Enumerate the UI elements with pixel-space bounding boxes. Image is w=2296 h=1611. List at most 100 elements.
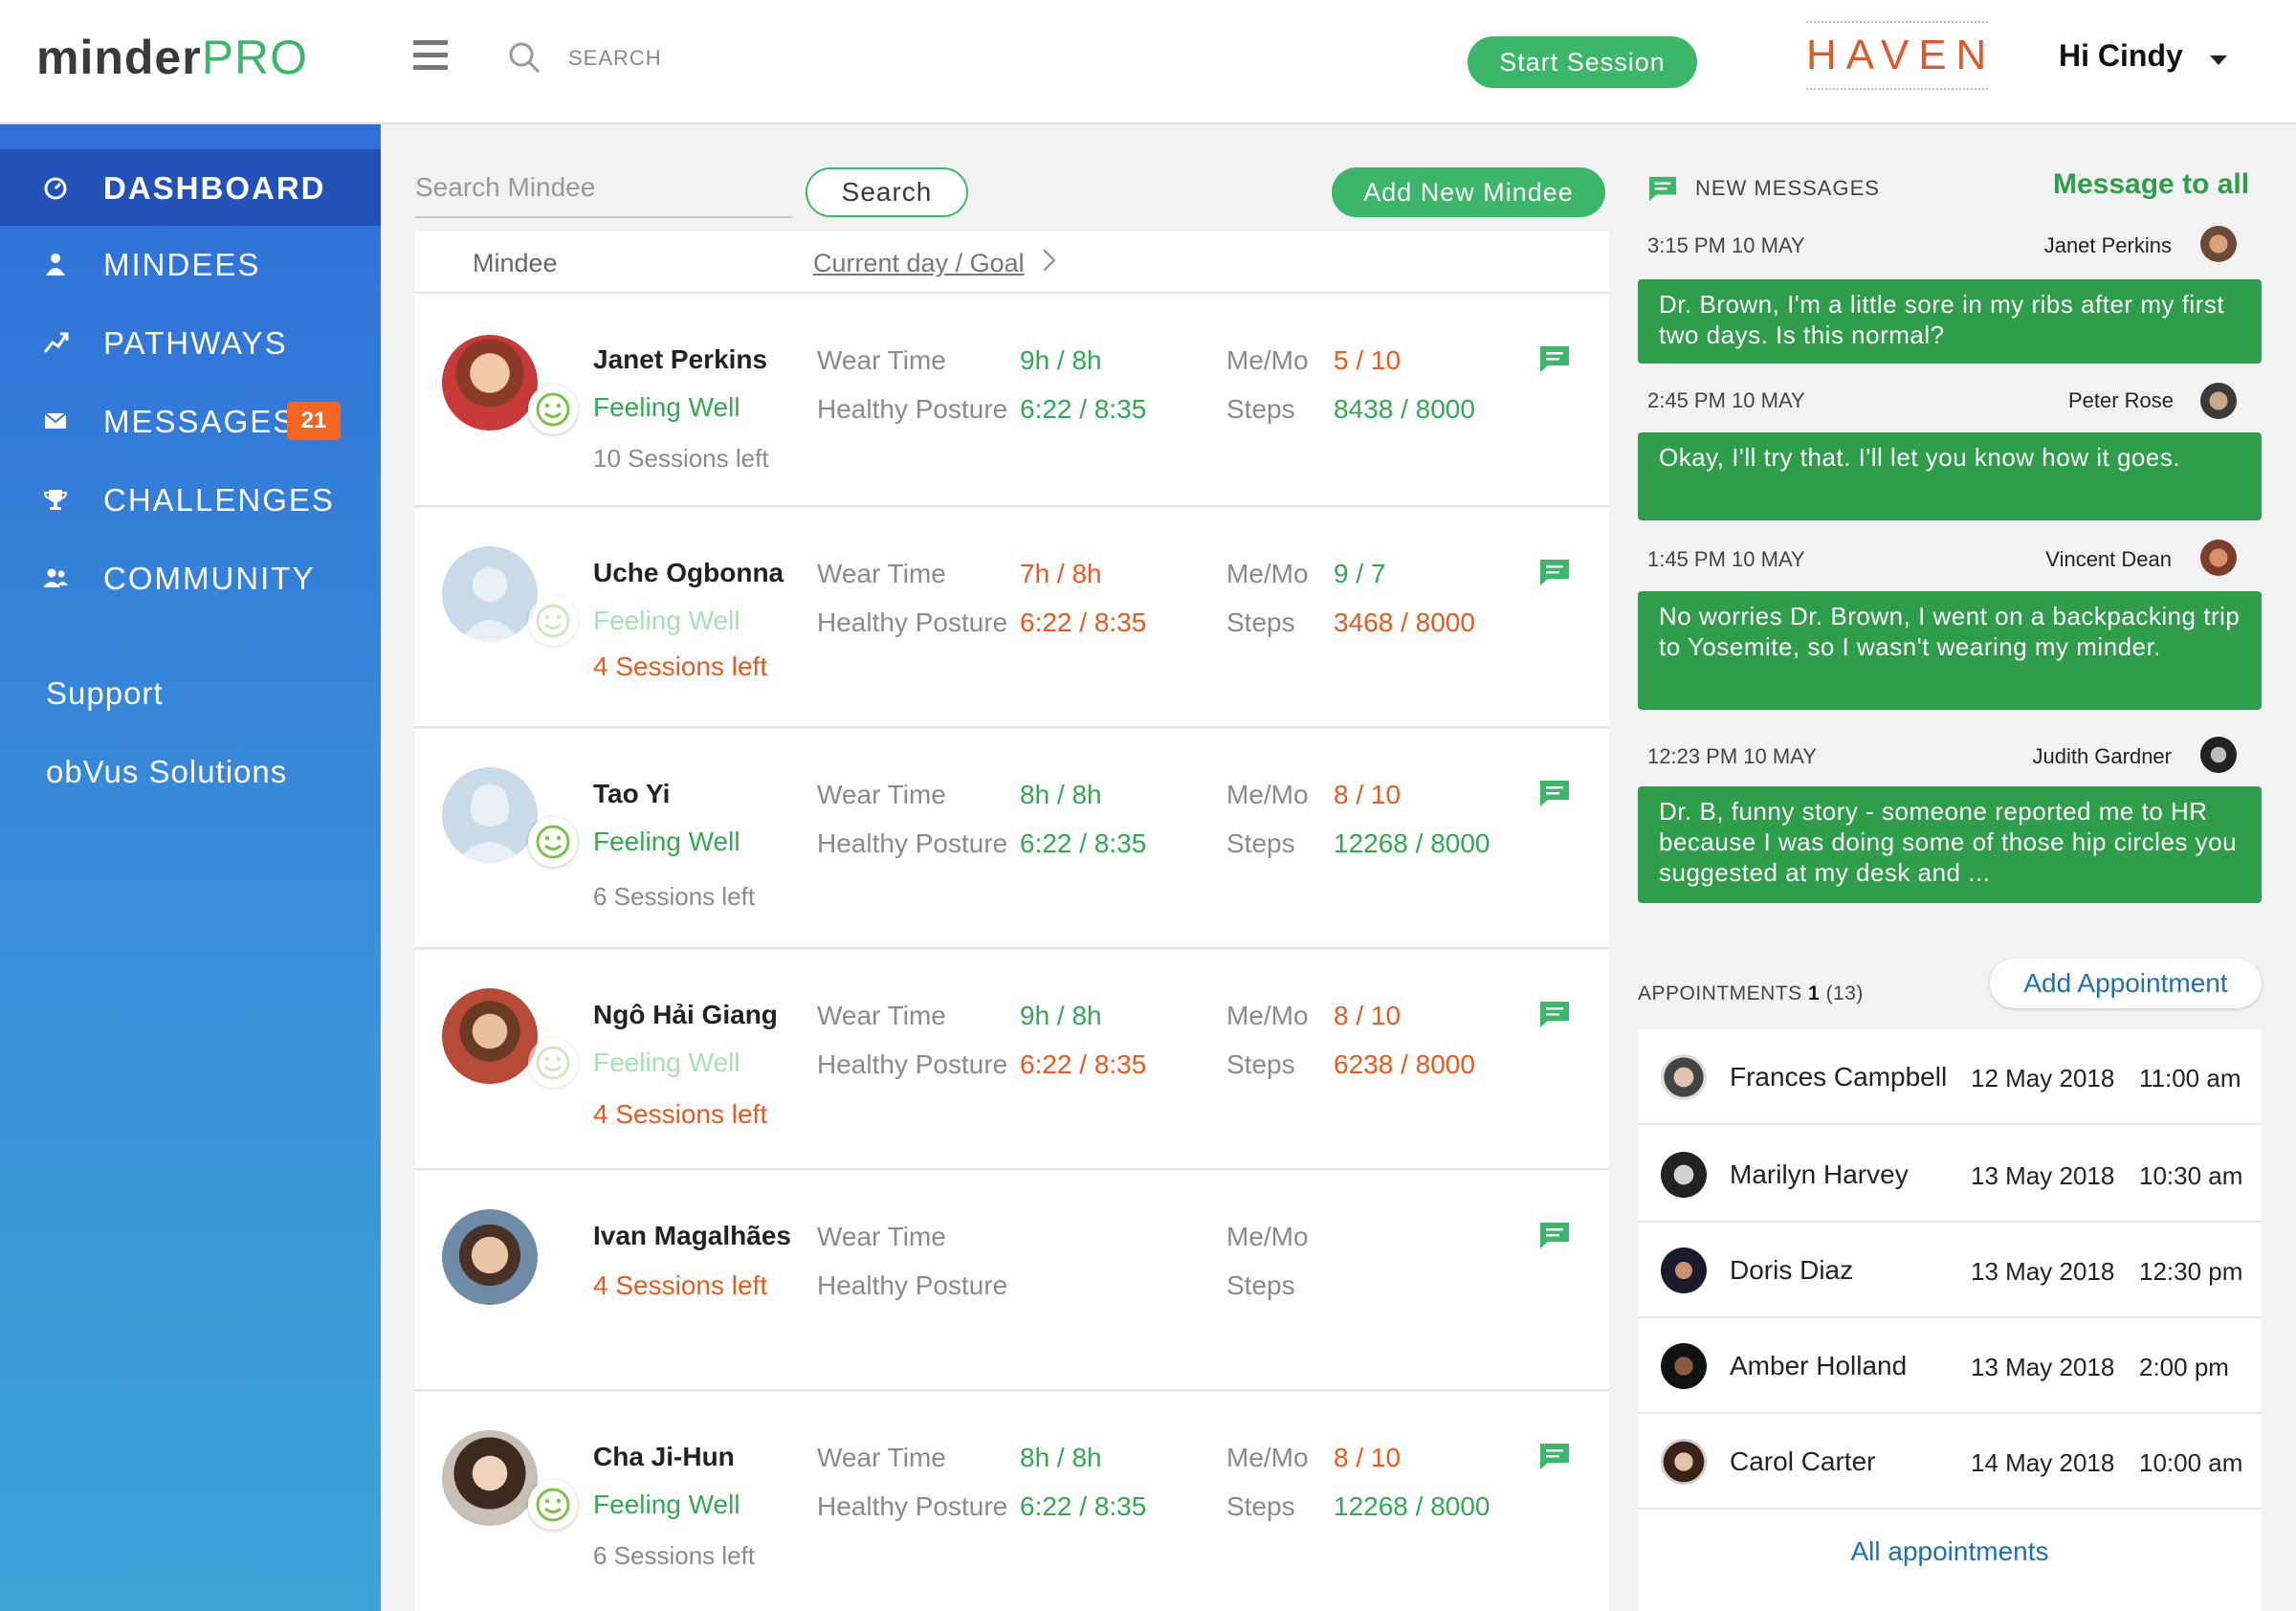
- sidebar-item-mindees[interactable]: MINDEES: [0, 226, 381, 302]
- appointment-row[interactable]: Carol Carter 14 May 2018 10:00 am: [1638, 1414, 2262, 1510]
- logo-suffix: PRO: [201, 31, 309, 84]
- messages-count-badge: 21: [287, 402, 341, 440]
- appointment-time: 10:00 am: [2139, 1448, 2243, 1477]
- avatar: [442, 1430, 538, 1526]
- add-appointment-button[interactable]: Add Appointment: [1990, 959, 2262, 1008]
- chevron-right-icon[interactable]: [1033, 249, 1056, 272]
- sessions-left: 10 Sessions left: [593, 444, 769, 473]
- appointment-name: Doris Diaz: [1730, 1255, 1854, 1285]
- trophy-icon: [43, 490, 68, 510]
- healthy-posture-value: 6:22 / 8:35: [1020, 828, 1147, 858]
- mindee-name[interactable]: Ngô Hải Giang: [593, 1000, 778, 1030]
- pathways-icon: [43, 332, 69, 353]
- message-to-all-link[interactable]: Message to all: [2053, 168, 2249, 201]
- appointment-row[interactable]: Marilyn Harvey 13 May 2018 10:30 am: [1638, 1127, 2262, 1223]
- dashboard-icon: [44, 177, 67, 200]
- mood-smiley-icon: [528, 1038, 578, 1088]
- healthy-posture-label: Healthy Posture: [817, 394, 1008, 424]
- message-sender: Janet Perkins: [2043, 233, 2172, 257]
- message-timestamp: 12:23 PM 10 MAY: [1647, 744, 1817, 768]
- mindee-name[interactable]: Uche Ogbonna: [593, 558, 784, 588]
- sessions-left: 4 Sessions left: [593, 1099, 768, 1129]
- steps-value: 12268 / 8000: [1334, 1491, 1490, 1521]
- appointment-row[interactable]: Amber Holland 13 May 2018 2:00 pm: [1638, 1318, 2262, 1414]
- sidebar-item-challenges[interactable]: CHALLENGES: [0, 461, 381, 538]
- message-bubble[interactable]: Okay, I'll try that. I'll let you know h…: [1638, 432, 2262, 520]
- message-timestamp: 1:45 PM 10 MAY: [1647, 547, 1805, 571]
- sidebar-item-dashboard[interactable]: DASHBOARD: [0, 149, 381, 226]
- appointment-row[interactable]: Frances Campbell 12 May 2018 11:00 am: [1638, 1029, 2262, 1125]
- sidebar-item-pathways[interactable]: PATHWAYS: [0, 304, 381, 381]
- healthy-posture-value: 6:22 / 8:35: [1020, 1049, 1147, 1079]
- avatar: [1661, 1152, 1707, 1198]
- search-mindee-button[interactable]: Search: [806, 167, 968, 217]
- chat-bubble-icon[interactable]: [1538, 1221, 1571, 1249]
- appointment-name: Carol Carter: [1730, 1446, 1876, 1476]
- appointment-time: 2:00 pm: [2139, 1353, 2229, 1381]
- mindee-row[interactable]: Ngô Hải Giang Feeling Well 4 Sessions le…: [415, 950, 1609, 1170]
- feeling-status: Feeling Well: [593, 1048, 740, 1077]
- mindee-name[interactable]: Cha Ji-Hun: [593, 1442, 735, 1472]
- mindee-row[interactable]: Janet Perkins Feeling Well 10 Sessions l…: [415, 295, 1609, 507]
- wear-time-label: Wear Time: [817, 1222, 946, 1251]
- me-mo-label: Me/Mo: [1226, 780, 1309, 809]
- message-bubble[interactable]: No worries Dr. Brown, I went on a backpa…: [1638, 591, 2262, 710]
- column-header-current-goal[interactable]: Current day / Goal: [813, 249, 1025, 278]
- steps-label: Steps: [1226, 1270, 1295, 1300]
- chevron-down-icon[interactable]: [2210, 55, 2227, 65]
- user-greeting[interactable]: Hi Cindy: [2059, 38, 2183, 74]
- mindee-name[interactable]: Janet Perkins: [593, 344, 767, 375]
- steps-label: Steps: [1226, 1049, 1295, 1079]
- sessions-left: 4 Sessions left: [593, 1270, 768, 1300]
- chat-bubble-icon[interactable]: [1538, 344, 1571, 373]
- global-search[interactable]: SEARCH: [507, 40, 737, 78]
- sidebar-link-obvus-solutions[interactable]: obVus Solutions: [46, 754, 287, 790]
- steps-value: 6238 / 8000: [1334, 1049, 1475, 1079]
- appointments-list: Frances Campbell 12 May 2018 11:00 am Ma…: [1638, 1029, 2262, 1611]
- wear-time-label: Wear Time: [817, 559, 946, 588]
- minder-pro-logo[interactable]: minderPRO: [36, 29, 308, 86]
- person-icon: [46, 254, 65, 276]
- steps-value: 3468 / 8000: [1334, 607, 1475, 637]
- logo-prefix: minder: [36, 31, 202, 84]
- sidebar-link-support[interactable]: Support: [46, 675, 164, 712]
- sidebar-item-label: COMMUNITY: [103, 561, 316, 596]
- mood-smiley-icon: [528, 385, 578, 434]
- appointment-name: Marilyn Harvey: [1730, 1159, 1909, 1189]
- mindee-row[interactable]: Tao Yi Feeling Well 6 Sessions left Wear…: [415, 729, 1609, 949]
- sessions-left: 4 Sessions left: [593, 651, 768, 681]
- appointment-row[interactable]: Doris Diaz 13 May 2018 12:30 pm: [1638, 1223, 2262, 1318]
- chat-bubble-icon[interactable]: [1538, 779, 1571, 807]
- mindee-name[interactable]: Tao Yi: [593, 779, 670, 809]
- steps-value: 12268 / 8000: [1334, 828, 1490, 858]
- steps-value: 8438 / 8000: [1334, 394, 1475, 424]
- chat-bubble-icon: [1649, 176, 1676, 202]
- sidebar-item-community[interactable]: COMMUNITY: [0, 540, 381, 616]
- hamburger-menu-icon[interactable]: [413, 40, 448, 73]
- me-mo-label: Me/Mo: [1226, 559, 1309, 588]
- chat-bubble-icon[interactable]: [1538, 1442, 1571, 1470]
- mindee-name[interactable]: Ivan Magalhães: [593, 1221, 791, 1251]
- wear-time-label: Wear Time: [817, 1443, 946, 1472]
- appointments-heading: APPOINTMENTS 1 (13): [1638, 982, 1864, 1005]
- mindee-row[interactable]: Uche Ogbonna Feeling Well 4 Sessions lef…: [415, 508, 1609, 728]
- message-bubble[interactable]: Dr. Brown, I'm a little sore in my ribs …: [1638, 279, 2262, 364]
- steps-label: Steps: [1226, 828, 1295, 858]
- search-icon: [509, 42, 541, 74]
- mindee-row[interactable]: Cha Ji-Hun Feeling Well 6 Sessions left …: [415, 1392, 1609, 1611]
- avatar: [2200, 383, 2237, 419]
- global-search-label: SEARCH: [568, 46, 662, 70]
- healthy-posture-value: 6:22 / 8:35: [1020, 1491, 1147, 1521]
- all-appointments-link[interactable]: All appointments: [1638, 1536, 2262, 1567]
- message-bubble[interactable]: Dr. B, funny story - someone reported me…: [1638, 786, 2262, 903]
- avatar: [1661, 1343, 1707, 1389]
- avatar: [2200, 540, 2237, 576]
- chat-bubble-icon[interactable]: [1538, 1000, 1571, 1028]
- search-mindee-input[interactable]: Search Mindee: [415, 168, 792, 218]
- start-session-button[interactable]: Start Session: [1468, 36, 1697, 88]
- sidebar-item-messages[interactable]: MESSAGES 21: [0, 383, 381, 459]
- mindee-row[interactable]: Ivan Magalhães 4 Sessions left Wear Time…: [415, 1171, 1609, 1391]
- me-mo-value: 8 / 10: [1334, 1001, 1402, 1030]
- add-new-mindee-button[interactable]: Add New Mindee: [1332, 167, 1605, 217]
- chat-bubble-icon[interactable]: [1538, 558, 1571, 586]
